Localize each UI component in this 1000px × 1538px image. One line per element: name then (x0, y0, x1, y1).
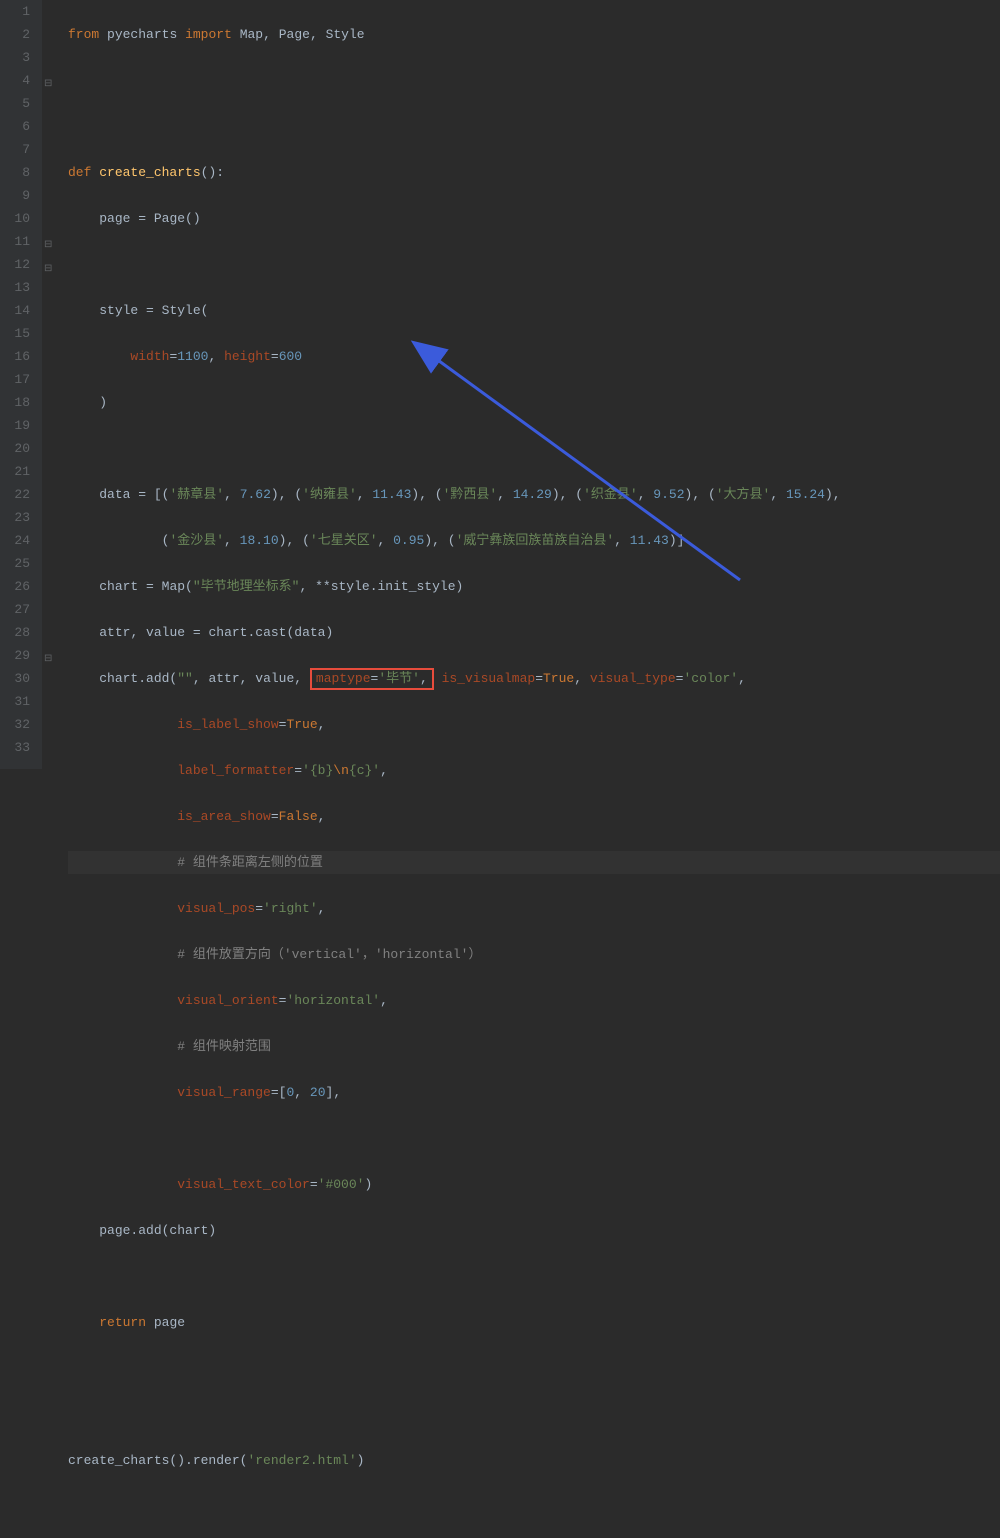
code-line: style = Style( (68, 299, 1000, 322)
code-line: visual_orient='horizontal', (68, 989, 1000, 1012)
code-line: page = Page() (68, 207, 1000, 230)
highlight-box: maptype='毕节', (310, 668, 434, 690)
code-line: # 组件条距离左侧的位置 (68, 851, 1000, 874)
code-line: def create_charts(): (68, 161, 1000, 184)
code-line: return page (68, 1311, 1000, 1334)
code-line: visual_pos='right', (68, 897, 1000, 920)
code-line: from pyecharts import Map, Page, Style (68, 23, 1000, 46)
line-gutter: 123 456 789 101112 131415 161718 192021 … (0, 0, 42, 769)
code-line: visual_text_color='#000') (68, 1173, 1000, 1196)
fold-icon[interactable]: ⊟ (44, 73, 56, 85)
code-line: label_formatter='{b}\n{c}', (68, 759, 1000, 782)
code-line: # 组件映射范围 (68, 1035, 1000, 1058)
code-editor[interactable]: 123 456 789 101112 131415 161718 192021 … (0, 0, 1000, 769)
fold-column: ⊟ ⊟ ⊟ ⊟ (42, 0, 62, 769)
code-line: chart.add("", attr, value, maptype='毕节',… (68, 667, 1000, 690)
code-line: visual_range=[0, 20], (68, 1081, 1000, 1104)
code-line: attr, value = chart.cast(data) (68, 621, 1000, 644)
code-line: is_label_show=True, (68, 713, 1000, 736)
code-line: ('金沙县', 18.10), ('七星关区', 0.95), ('威宁彝族回族… (68, 529, 1000, 552)
code-line: # 组件放置方向（'vertical'，'horizontal'） (68, 943, 1000, 966)
fold-icon[interactable]: ⊟ (44, 648, 56, 660)
fold-icon[interactable]: ⊟ (44, 258, 56, 270)
code-line: data = [('赫章县', 7.62), ('纳雍县', 11.43), (… (68, 483, 1000, 506)
code-area[interactable]: from pyecharts import Map, Page, Style d… (62, 0, 1000, 769)
code-line: width=1100, height=600 (68, 345, 1000, 368)
code-line: is_area_show=False, (68, 805, 1000, 828)
code-line: create_charts().render('render2.html') (68, 1449, 1000, 1472)
code-line: chart = Map("毕节地理坐标系", **style.init_styl… (68, 575, 1000, 598)
fold-icon[interactable]: ⊟ (44, 234, 56, 246)
code-line: page.add(chart) (68, 1219, 1000, 1242)
code-line: ) (68, 391, 1000, 414)
